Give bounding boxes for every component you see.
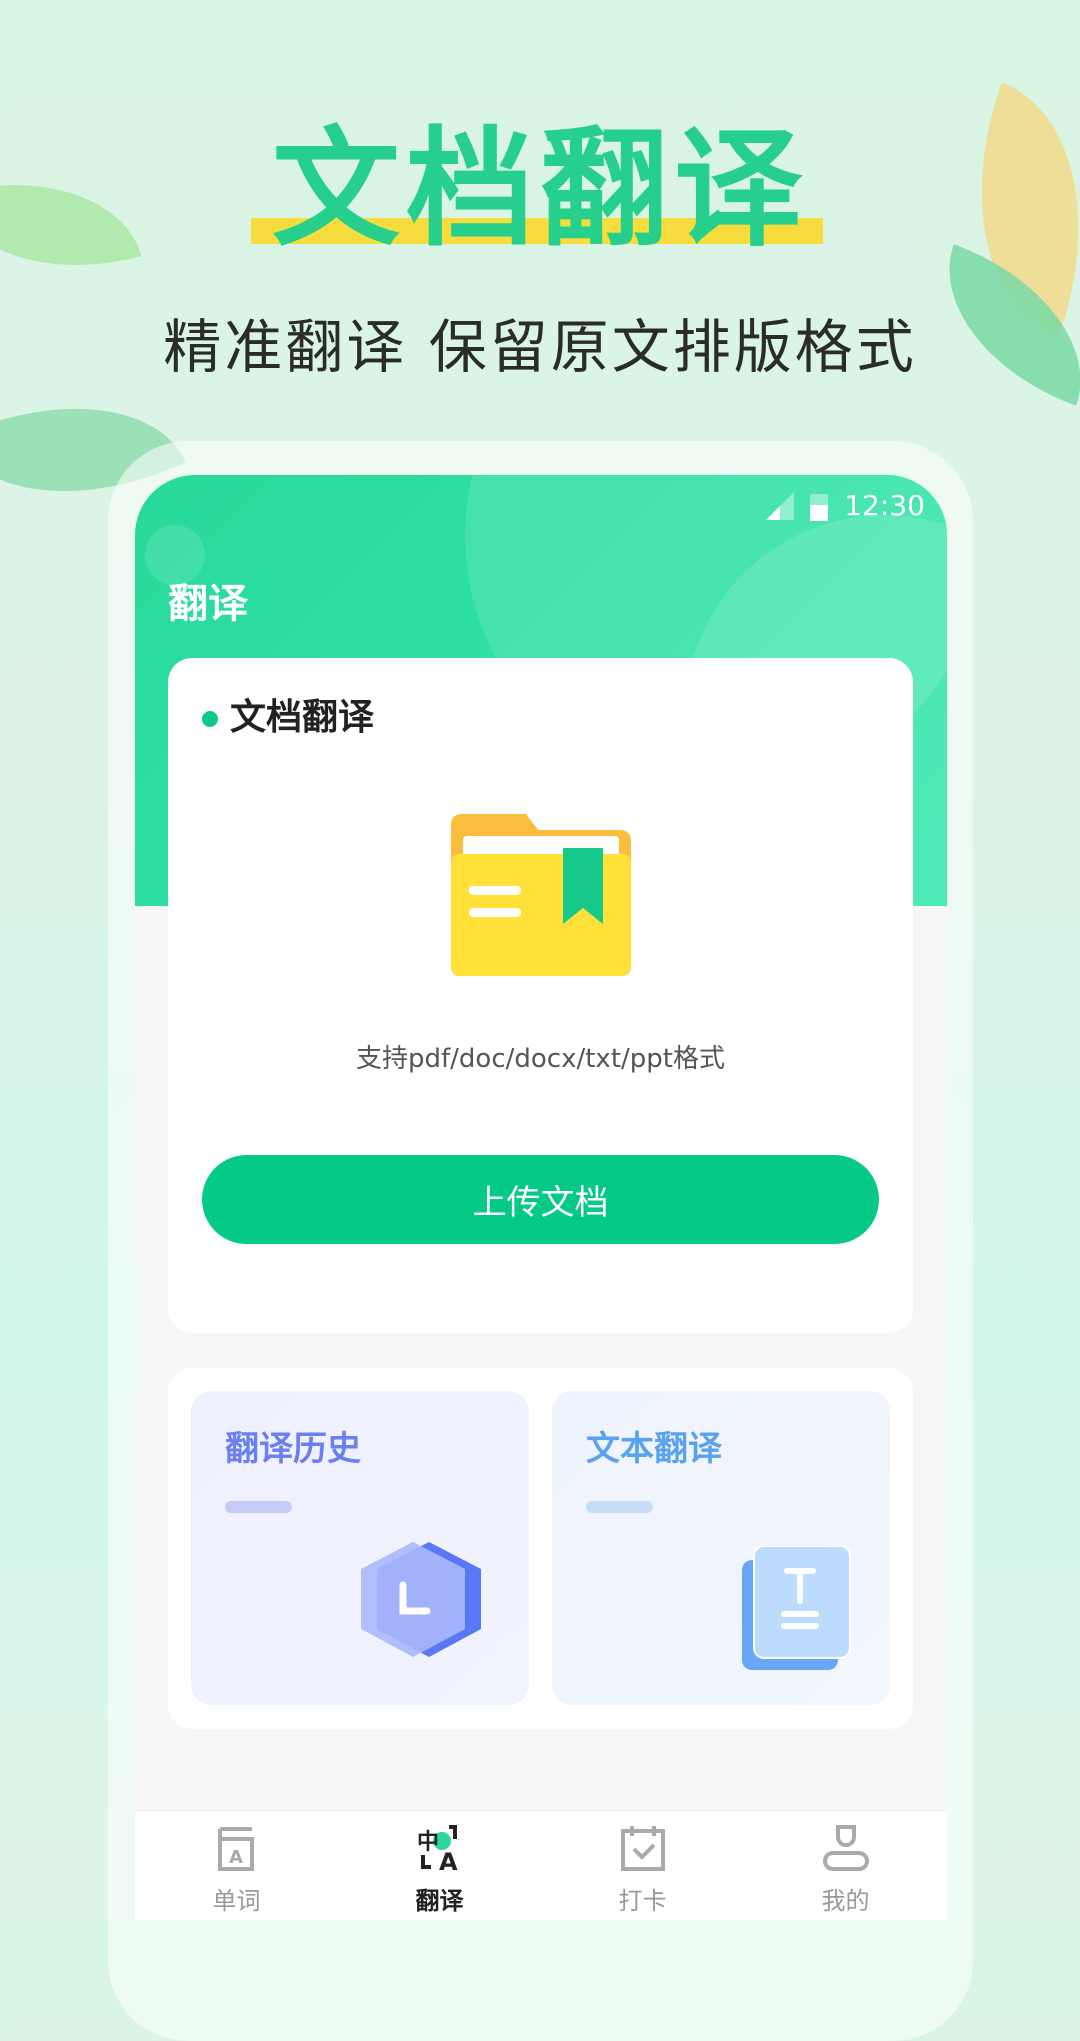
bullet-dot [202,711,218,727]
nav-label: 翻译 [415,1887,464,1915]
tile-decor-bar [225,1501,292,1513]
tile-title: 文本翻译 [586,1429,722,1469]
clock-hexagon-icon [361,1542,481,1657]
nav-item-profile[interactable]: 我的 [744,1811,947,1920]
hero-subtitle: 精准翻译 保留原文排版格式 [163,313,917,381]
nav-label: 我的 [821,1887,870,1915]
text-translate-tile[interactable]: 文本翻译 [552,1391,890,1705]
user-icon [822,1825,869,1871]
phone-screen: 12:30 翻译 文档翻译 支持pdf/doc/docx/txt/ppt格式 上… [135,475,947,1920]
card-title-text: 文档翻译 [230,697,375,738]
nav-label: 打卡 [618,1887,667,1915]
text-document-icon [742,1546,851,1670]
battery-icon [810,493,829,521]
nav-label: 单词 [212,1887,261,1915]
status-bar: 12:30 [766,489,925,522]
nav-item-translate[interactable]: 中A 翻译 [338,1811,541,1920]
card-title: 文档翻译 [202,688,374,740]
svg-text:A: A [229,1847,243,1868]
svg-text:中: 中 [417,1830,439,1855]
status-time: 12:30 [844,489,925,522]
tile-decor-bar [586,1501,653,1513]
signal-icon [766,491,795,520]
calendar-check-icon [620,1826,665,1871]
hero-title: 文档翻译 [271,115,808,264]
bottom-nav: A 单词 中A 翻译 打卡 我的 [135,1810,947,1920]
tools-card: 翻译历史 文本翻译 [168,1368,913,1729]
upload-document-button[interactable]: 上传文档 [202,1155,879,1244]
folder-icon [451,814,631,976]
page-title: 翻译 [168,581,248,627]
tile-title: 翻译历史 [225,1429,361,1469]
nav-item-checkin[interactable]: 打卡 [541,1811,744,1920]
nav-item-words[interactable]: A 单词 [135,1811,338,1920]
translate-icon: 中A [417,1825,458,1873]
svg-text:A: A [439,1848,458,1873]
supported-formats: 支持pdf/doc/docx/txt/ppt格式 [356,1044,725,1074]
doc-translate-card: 文档翻译 支持pdf/doc/docx/txt/ppt格式 上传文档 [168,658,913,1333]
translation-history-tile[interactable]: 翻译历史 [191,1391,529,1705]
word-book-icon: A [217,1827,254,1871]
